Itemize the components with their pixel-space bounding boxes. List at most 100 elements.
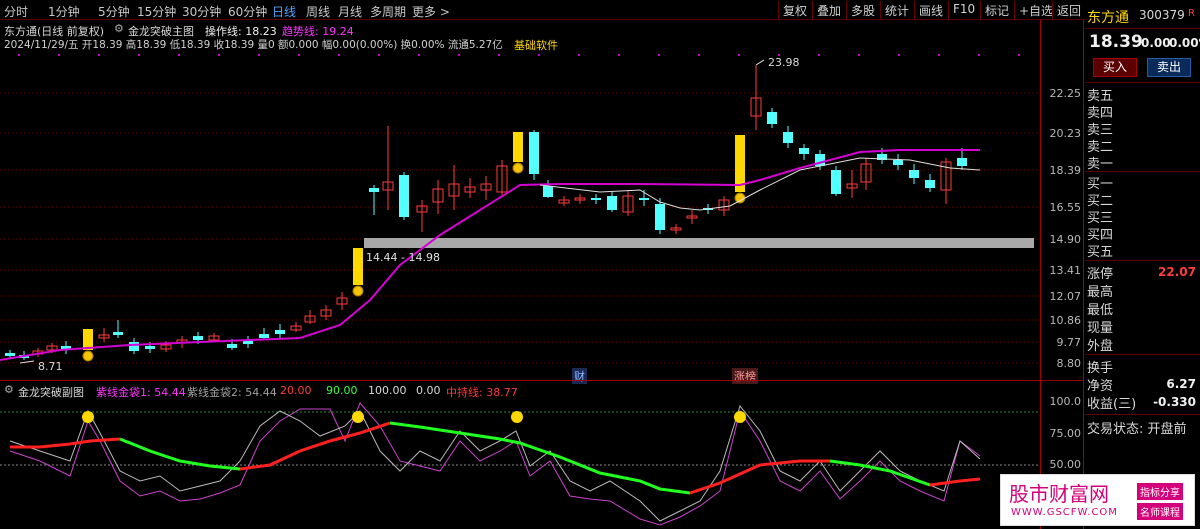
support-band bbox=[364, 238, 1034, 248]
tab-fenshi[interactable]: 分时 bbox=[4, 3, 28, 20]
watermark-url: WWW.GSCFW.COM bbox=[1011, 507, 1118, 518]
add-watchlist-button[interactable]: +自选 bbox=[1014, 1, 1057, 19]
divider bbox=[1085, 28, 1200, 29]
tab-15min[interactable]: 15分钟 bbox=[137, 3, 176, 20]
marker-dot bbox=[258, 54, 260, 56]
quote-panel: 东方通 300379 R 18.39 0.00 0.00% 买入 卖出 卖五 卖… bbox=[1085, 0, 1200, 529]
sub-indicator-chart[interactable]: ⚙ 金龙突破副图 紫线金袋1: 54.44 紫线金袋2: 54.44 20.00… bbox=[0, 380, 1084, 529]
mark-button[interactable]: 标记 bbox=[980, 1, 1013, 19]
main-kline-chart[interactable]: 东方通(日线 前复权) ⚙ 金龙突破主图 操作线: 18.23 趋势线: 19.… bbox=[0, 20, 1084, 384]
tab-day[interactable]: 日线 bbox=[272, 3, 296, 20]
marker-dot bbox=[378, 54, 380, 56]
stat-low-label: 最低 bbox=[1087, 303, 1114, 318]
price-change-pct: 0.00% bbox=[1169, 36, 1200, 50]
tab-30min[interactable]: 30分钟 bbox=[182, 3, 221, 20]
marker-dot bbox=[858, 54, 860, 56]
candle-body bbox=[145, 346, 155, 349]
tab-multi-period[interactable]: 多周期 bbox=[370, 3, 406, 20]
price-tick-label: 14.90 bbox=[1049, 233, 1082, 246]
sell-button[interactable]: 卖出 bbox=[1147, 58, 1191, 77]
candle-body bbox=[399, 175, 409, 217]
marker-dot bbox=[618, 54, 620, 56]
price-tick-label: 10.86 bbox=[1049, 314, 1082, 327]
fuquan-button[interactable]: 复权 bbox=[778, 1, 811, 19]
tab-60min[interactable]: 60分钟 bbox=[228, 3, 267, 20]
marker-dot bbox=[538, 54, 540, 56]
divider bbox=[1085, 82, 1200, 83]
tab-month[interactable]: 月线 bbox=[338, 3, 362, 20]
candle-body bbox=[369, 188, 379, 192]
stock-name: 东方通 bbox=[1087, 10, 1129, 26]
candle-body bbox=[655, 204, 665, 230]
stats-button[interactable]: 统计 bbox=[880, 1, 913, 19]
white-oscillator bbox=[9, 404, 981, 522]
divider bbox=[1085, 171, 1200, 172]
stat-outer-label: 外盘 bbox=[1087, 339, 1114, 354]
ask-1: 卖一 bbox=[1087, 157, 1114, 172]
tab-1min[interactable]: 1分钟 bbox=[48, 3, 80, 20]
stat-net-asset-value: 6.27 bbox=[1166, 377, 1196, 391]
watermark-tag2: 名师课程 bbox=[1137, 503, 1183, 520]
candle-body bbox=[639, 198, 649, 200]
watermark-logo: 股市财富网 WWW.GSCFW.COM 指标分享 名师课程 bbox=[1000, 474, 1195, 526]
divider bbox=[1085, 414, 1200, 415]
low-marker bbox=[19, 360, 35, 364]
price-tick-label: 20.23 bbox=[1049, 127, 1082, 140]
candle-body bbox=[113, 332, 123, 335]
overlay-button[interactable]: 叠加 bbox=[812, 1, 845, 19]
candle-body bbox=[799, 148, 809, 154]
candle-body bbox=[529, 132, 539, 174]
tab-week[interactable]: 周线 bbox=[306, 3, 330, 20]
price-tick-label: 13.41 bbox=[1049, 264, 1082, 277]
marker-dot bbox=[458, 54, 460, 56]
price-tick-label: 9.77 bbox=[1056, 336, 1082, 349]
peak-marker bbox=[755, 59, 765, 66]
marker-dot bbox=[938, 54, 940, 56]
tab-more[interactable]: 更多 > bbox=[412, 3, 450, 20]
last-price: 18.39 bbox=[1089, 32, 1143, 52]
money-bag-icon bbox=[512, 162, 524, 174]
marker-dot bbox=[818, 54, 820, 56]
marker-dot bbox=[18, 54, 20, 56]
money-bag-icon bbox=[82, 350, 94, 362]
back-button[interactable]: 返回 bbox=[1052, 1, 1085, 19]
breakout-candle bbox=[513, 132, 523, 162]
candle-body bbox=[591, 198, 601, 200]
candle-body bbox=[957, 158, 967, 166]
candle-body bbox=[767, 112, 777, 124]
marker-dot bbox=[138, 54, 140, 56]
multi-stock-button[interactable]: 多股 bbox=[846, 1, 879, 19]
candle-body bbox=[193, 336, 203, 340]
stat-volume-label: 现量 bbox=[1087, 321, 1114, 336]
marker-dot bbox=[178, 54, 180, 56]
marker-dot bbox=[658, 54, 660, 56]
marker-dot bbox=[58, 54, 60, 56]
candle-body bbox=[5, 353, 15, 356]
stat-limit-up-value: 22.07 bbox=[1158, 265, 1196, 279]
period-toolbar: 分时 1分钟 5分钟 15分钟 30分钟 60分钟 日线 周线 月线 多周期 更… bbox=[0, 0, 1200, 20]
marker-dot bbox=[218, 54, 220, 56]
marker-dot bbox=[978, 54, 980, 56]
smiley-signal-icon bbox=[511, 411, 523, 423]
price-tick-label: 8.80 bbox=[1056, 357, 1082, 370]
buy-button[interactable]: 买入 bbox=[1093, 58, 1137, 77]
stat-net-asset-label: 净资 bbox=[1087, 379, 1114, 394]
stock-code: 300379 bbox=[1139, 8, 1185, 22]
sub-canvas[interactable] bbox=[0, 381, 1040, 529]
tab-5min[interactable]: 5分钟 bbox=[98, 3, 130, 20]
candle-body bbox=[227, 344, 237, 348]
price-tick-label: 12.07 bbox=[1049, 290, 1082, 303]
smiley-signal-icon bbox=[734, 411, 746, 423]
marker-dot bbox=[698, 54, 700, 56]
rq-badge: R bbox=[1188, 8, 1195, 19]
marker-dot bbox=[98, 54, 100, 56]
stat-limit-up-label: 涨停 bbox=[1087, 267, 1114, 282]
draw-line-button[interactable]: 画线 bbox=[914, 1, 947, 19]
f10-button[interactable]: F10 bbox=[948, 1, 979, 19]
low-price-label: 8.71 bbox=[38, 360, 63, 373]
smiley-signal-icon bbox=[82, 411, 94, 423]
watermark-tag1: 指标分享 bbox=[1137, 483, 1183, 500]
sub-tick-label: 75.00 bbox=[1049, 427, 1082, 440]
kline-canvas[interactable] bbox=[0, 20, 1040, 380]
candle-body bbox=[783, 132, 793, 143]
